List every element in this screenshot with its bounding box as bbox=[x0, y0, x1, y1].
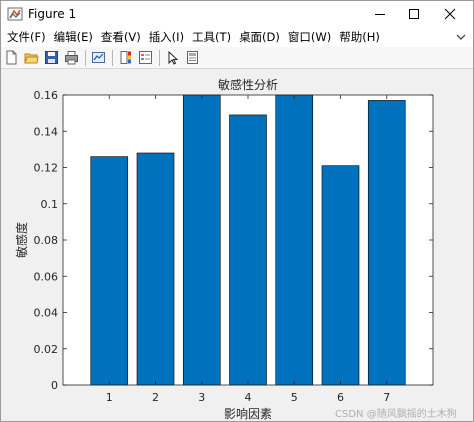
new-figure-icon bbox=[6, 50, 17, 65]
figure-canvas[interactable]: 0 0.02 0.04 0.06 0.08 0.1 0.12 0.14 0.16 1 2 3 4 5 6 7… bbox=[1, 69, 473, 421]
insert-colorbar-icon bbox=[120, 51, 131, 64]
y-tick-label: 0.14 bbox=[34, 125, 59, 138]
insert-legend-button[interactable] bbox=[137, 49, 154, 66]
menu-insert[interactable]: 插入(I) bbox=[145, 27, 188, 47]
figure-window: Figure 1 文件(F) 编辑(E) 查看(V) 插入(I) 工具(T) 桌… bbox=[0, 0, 474, 422]
save-icon bbox=[45, 51, 58, 64]
figure-toolbar bbox=[1, 47, 473, 69]
new-figure-button[interactable] bbox=[3, 49, 20, 66]
maximize-icon bbox=[409, 9, 419, 19]
x-tick-label: 4 bbox=[245, 391, 252, 404]
bar-3 bbox=[182, 94, 221, 386]
open-file-icon bbox=[24, 53, 39, 64]
minimize-icon bbox=[375, 14, 385, 15]
x-axis-label: 影响因素 bbox=[224, 406, 272, 421]
matlab-figure-icon bbox=[7, 6, 23, 22]
x-tick-label: 6 bbox=[337, 391, 344, 404]
y-tick-label: 0.16 bbox=[34, 89, 59, 102]
open-file-button[interactable] bbox=[23, 49, 40, 66]
bar-5 bbox=[275, 94, 314, 386]
menu-bar: 文件(F) 编辑(E) 查看(V) 插入(I) 工具(T) 桌面(D) 窗口(W… bbox=[1, 27, 473, 47]
window-title: Figure 1 bbox=[28, 7, 77, 21]
x-tick-label: 2 bbox=[152, 391, 159, 404]
menu-edit[interactable]: 编辑(E) bbox=[50, 27, 97, 47]
y-tick-label: 0.1 bbox=[41, 198, 59, 211]
watermark-text: CSDN @随风飘摇的土木狗 bbox=[335, 409, 457, 420]
toolbar-separator bbox=[159, 49, 160, 66]
close-icon bbox=[444, 8, 456, 20]
y-tick-label: 0.08 bbox=[34, 234, 59, 247]
link-plot-button[interactable] bbox=[90, 49, 107, 66]
edit-plot-button[interactable] bbox=[164, 49, 181, 66]
y-tick-label: 0.04 bbox=[34, 307, 59, 320]
y-tick-label: 0.12 bbox=[34, 162, 59, 175]
y-tick-label: 0 bbox=[51, 379, 58, 392]
property-inspector-icon bbox=[187, 51, 198, 64]
link-plot-icon bbox=[92, 52, 105, 63]
x-tick-label: 5 bbox=[291, 391, 298, 404]
menu-help[interactable]: 帮助(H) bbox=[335, 27, 384, 47]
insert-colorbar-button[interactable] bbox=[117, 49, 134, 66]
menu-tools[interactable]: 工具(T) bbox=[188, 27, 235, 47]
bar-4 bbox=[229, 114, 267, 386]
bar-1 bbox=[90, 156, 129, 386]
save-button[interactable] bbox=[43, 49, 60, 66]
edit-plot-icon bbox=[168, 50, 179, 65]
bar-2 bbox=[136, 152, 175, 386]
menu-file[interactable]: 文件(F) bbox=[3, 27, 50, 47]
x-tick-label: 7 bbox=[383, 391, 390, 404]
title-bar[interactable]: Figure 1 bbox=[1, 1, 473, 27]
close-button[interactable] bbox=[427, 1, 473, 27]
y-tick-label: 0.06 bbox=[34, 270, 59, 283]
x-tick-label: 3 bbox=[198, 391, 205, 404]
chevron-down-icon[interactable] bbox=[455, 31, 467, 43]
print-icon bbox=[65, 51, 78, 65]
x-tick-label: 1 bbox=[106, 391, 113, 404]
menu-view[interactable]: 查看(V) bbox=[97, 27, 145, 47]
property-inspector-button[interactable] bbox=[184, 49, 201, 66]
y-axis-label: 敏感度 bbox=[14, 222, 29, 258]
menu-window[interactable]: 窗口(W) bbox=[284, 27, 335, 47]
toolbar-separator bbox=[85, 49, 86, 66]
print-button[interactable] bbox=[63, 49, 80, 66]
insert-legend-icon bbox=[139, 51, 152, 64]
y-tick-label: 0.02 bbox=[34, 343, 59, 356]
bar-chart: 0 0.02 0.04 0.06 0.08 0.1 0.12 0.14 0.16 1 2 3 4 5 6 7… bbox=[14, 77, 434, 421]
bar-6 bbox=[321, 165, 360, 386]
menu-desktop[interactable]: 桌面(D) bbox=[235, 27, 284, 47]
toolbar-separator bbox=[112, 49, 113, 66]
chart-title: 敏感性分析 bbox=[218, 77, 278, 92]
bar-7 bbox=[367, 100, 406, 386]
